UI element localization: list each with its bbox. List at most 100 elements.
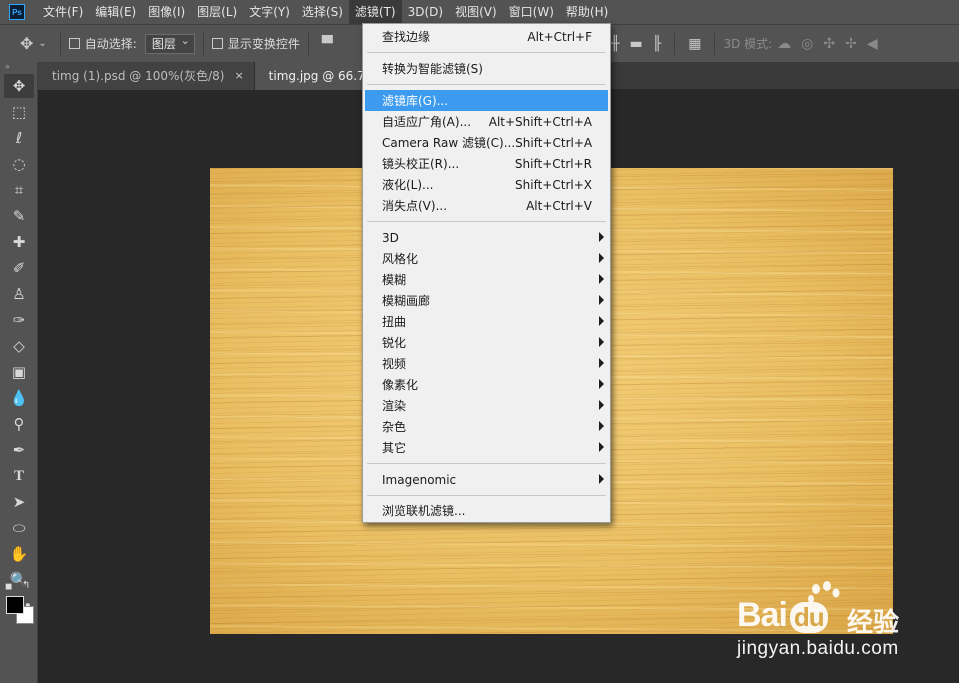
menu-item-adaptive-wide-angle[interactable]: 自适应广角(A)... Alt+Shift+Ctrl+A — [365, 111, 608, 132]
watermark-brand-bai: Bai — [737, 596, 788, 634]
camera-3d-icon[interactable]: ◀ — [867, 36, 878, 52]
filter-menu: 查找边缘 Alt+Ctrl+F 转换为智能滤镜(S) 滤镜库(G)... 自适应… — [362, 23, 611, 523]
menu-item-find-edges[interactable]: 查找边缘 Alt+Ctrl+F — [365, 26, 608, 47]
ellipse-tool-icon[interactable]: ⬭ — [4, 516, 34, 540]
menu-item-label: 扭曲 — [382, 315, 407, 329]
auto-align-icon[interactable]: ▦ — [688, 36, 701, 52]
menu-divider — [367, 495, 606, 496]
menu-window[interactable]: 窗口(W) — [503, 0, 560, 24]
menu-file[interactable]: 文件(F) — [37, 0, 89, 24]
tab-title: timg (1).psd @ 100%(灰色/8) — [52, 69, 225, 83]
eraser-tool-icon[interactable]: ◇ — [4, 334, 34, 358]
divider — [59, 32, 61, 55]
show-transform-label: 显示变换控件 — [227, 37, 300, 51]
menu-filter[interactable]: 滤镜(T) — [348, 0, 402, 24]
menu-item-label: 消失点(V)... — [382, 199, 448, 213]
clone-stamp-tool-icon[interactable]: ♙ — [4, 282, 34, 306]
menu-item-distort[interactable]: 扭曲 — [365, 311, 608, 332]
menu-item-lens-correction[interactable]: 镜头校正(R)... Shift+Ctrl+R — [365, 153, 608, 174]
menu-item-smart-filter[interactable]: 转换为智能滤镜(S) — [365, 58, 608, 79]
swap-colors-icon[interactable]: ↰ — [22, 580, 30, 591]
menu-item-stylize[interactable]: 风格化 — [365, 248, 608, 269]
divider — [202, 32, 204, 55]
divider — [307, 32, 309, 55]
menu-view[interactable]: 视图(V) — [449, 0, 503, 24]
distribute-vcenter-icon[interactable]: ╫ — [611, 36, 619, 52]
menu-bar: Ps 文件(F) 编辑(E) 图像(I) 图层(L) 文字(Y) 选择(S) 滤… — [0, 0, 959, 24]
path-select-tool-icon[interactable]: ➤ — [4, 490, 34, 514]
submenu-arrow-icon — [599, 316, 604, 326]
menu-item-label: 镜头校正(R)... — [382, 157, 460, 171]
healing-brush-tool-icon[interactable]: ✚ — [4, 230, 34, 254]
submenu-arrow-icon — [599, 442, 604, 452]
menu-item-label: 转换为智能滤镜(S) — [382, 62, 483, 76]
menu-item-shortcut: Alt+Ctrl+V — [526, 198, 592, 213]
menu-item-pixelate[interactable]: 像素化 — [365, 374, 608, 395]
type-tool-icon[interactable]: T — [4, 464, 34, 488]
menu-item-label: 风格化 — [382, 252, 419, 266]
menu-image[interactable]: 图像(I) — [142, 0, 191, 24]
menu-3d[interactable]: 3D(D) — [402, 0, 449, 24]
crop-tool-icon[interactable]: ⌗ — [4, 178, 34, 202]
marquee-tool-icon[interactable]: ⬚ — [4, 100, 34, 124]
menu-item-other[interactable]: 其它 — [365, 437, 608, 458]
menu-item-noise[interactable]: 杂色 — [365, 416, 608, 437]
gradient-tool-icon[interactable]: ▣ — [4, 360, 34, 384]
align-top-icon[interactable]: ▀ — [322, 36, 333, 52]
submenu-arrow-icon — [599, 232, 604, 242]
show-transform-checkbox[interactable] — [211, 38, 223, 49]
menu-item-browse-filters-online[interactable]: 浏览联机滤镜... — [365, 500, 608, 521]
eyedropper-tool-icon[interactable]: ✎ — [4, 204, 34, 228]
divider — [674, 32, 676, 55]
lasso-tool-icon[interactable]: ℓ — [4, 126, 34, 150]
close-icon[interactable]: × — [234, 62, 243, 90]
auto-select-checkbox[interactable] — [68, 38, 80, 49]
orbit-3d-icon[interactable]: ☁ — [777, 36, 791, 52]
tab-timg-psd[interactable]: timg (1).psd @ 100%(灰色/8) × — [38, 62, 255, 90]
menu-type[interactable]: 文字(Y) — [243, 0, 296, 24]
collapse-icon[interactable]: » — [0, 62, 37, 72]
foreground-color-swatch[interactable] — [6, 596, 24, 614]
watermark-jingyan: 经验 — [847, 608, 900, 638]
hand-tool-icon[interactable]: ✋ — [4, 542, 34, 566]
menu-help[interactable]: 帮助(H) — [560, 0, 614, 24]
blur-tool-icon[interactable]: 💧 — [4, 386, 34, 410]
menu-item-label: 模糊 — [382, 273, 407, 287]
menu-item-camera-raw[interactable]: Camera Raw 滤镜(C)... Shift+Ctrl+A — [365, 132, 608, 153]
photoshop-logo-icon: Ps — [9, 4, 25, 20]
dodge-tool-icon[interactable]: ⚲ — [4, 412, 34, 436]
drag-3d-icon[interactable]: ✣ — [823, 36, 835, 52]
menu-item-shortcut: Shift+Ctrl+R — [514, 156, 592, 171]
menu-item-vanishing-point[interactable]: 消失点(V)... Alt+Ctrl+V — [365, 195, 608, 216]
menu-layer[interactable]: 图层(L) — [191, 0, 243, 24]
chevron-down-icon[interactable]: ⌄ — [38, 38, 46, 49]
menu-divider — [367, 221, 606, 222]
pen-tool-icon[interactable]: ✒ — [4, 438, 34, 462]
auto-select-dropdown[interactable]: 图层 — [144, 32, 195, 54]
move-tool-preset-icon[interactable]: ✥ — [20, 34, 33, 53]
slide-3d-icon[interactable]: ✢ — [845, 36, 857, 52]
move-tool-icon[interactable]: ✥ — [4, 74, 34, 98]
menu-item-filter-gallery[interactable]: 滤镜库(G)... — [365, 90, 608, 111]
menu-item-imagenomic[interactable]: Imagenomic — [365, 469, 608, 490]
menu-edit[interactable]: 编辑(E) — [89, 0, 142, 24]
history-brush-tool-icon[interactable]: ✑ — [4, 308, 34, 332]
watermark-url: jingyan.baidu.com — [737, 638, 899, 659]
distribute-left-icon[interactable]: ╟ — [653, 36, 661, 52]
menu-item-render[interactable]: 渲染 — [365, 395, 608, 416]
distribute-bottom-icon[interactable]: ▬ — [630, 36, 643, 52]
menu-item-liquify[interactable]: 液化(L)... Shift+Ctrl+X — [365, 174, 608, 195]
menu-item-3d[interactable]: 3D — [365, 227, 608, 248]
menu-item-video[interactable]: 视频 — [365, 353, 608, 374]
submenu-arrow-icon — [599, 379, 604, 389]
menu-item-sharpen[interactable]: 锐化 — [365, 332, 608, 353]
menu-item-blur[interactable]: 模糊 — [365, 269, 608, 290]
menu-select[interactable]: 选择(S) — [296, 0, 349, 24]
menu-item-label: 自适应广角(A)... — [382, 115, 472, 129]
menu-item-blur-gallery[interactable]: 模糊画廊 — [365, 290, 608, 311]
default-colors-icon[interactable]: ◼ — [5, 582, 12, 592]
menu-item-label: 液化(L)... — [382, 178, 434, 192]
brush-tool-icon[interactable]: ✐ — [4, 256, 34, 280]
roll-3d-icon[interactable]: ◎ — [801, 36, 813, 52]
quick-select-tool-icon[interactable]: ◌ — [4, 152, 34, 176]
